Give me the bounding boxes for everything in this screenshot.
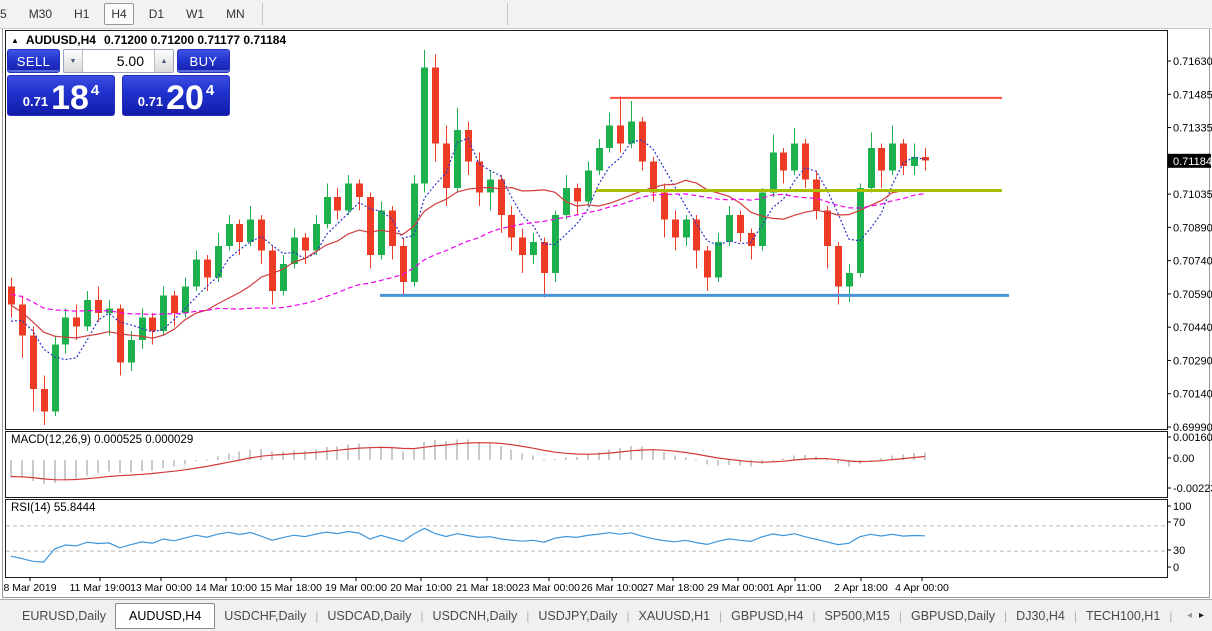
svg-text:0.70740: 0.70740	[1173, 256, 1212, 268]
chart-symbol-period: AUDUSD,H4	[25, 33, 96, 47]
rsi-label: RSI(14) 55.8444	[11, 502, 96, 514]
svg-text:0.00: 0.00	[1173, 453, 1194, 465]
svg-text:0.70590: 0.70590	[1173, 289, 1212, 301]
ask-prefix: 0.71	[137, 94, 164, 109]
svg-text:0.71335: 0.71335	[1173, 123, 1212, 135]
timeframe-button-H4[interactable]: H4	[104, 3, 134, 25]
toolbar-separator	[261, 3, 263, 25]
svg-text:4 Apr 00:00: 4 Apr 00:00	[895, 582, 949, 594]
tab-GBPUSD-H4[interactable]: GBPUSD,H4	[722, 604, 812, 628]
rsi-value: 55.8444	[53, 502, 96, 514]
svg-text:11 Mar 19:00: 11 Mar 19:00	[69, 582, 130, 594]
timeframe-button-M30[interactable]: M30	[22, 3, 59, 25]
svg-text:0.71184: 0.71184	[1173, 156, 1212, 168]
symbol-tabbar: EURUSD,Daily AUDUSD,H4 USDCHF,Daily | USDCAD…	[0, 599, 1212, 631]
svg-text:15 Mar 18:00: 15 Mar 18:00	[260, 582, 322, 594]
timeframe-toolbar: 5 M30 H1 H4 D1 W1 MN	[0, 0, 1212, 29]
mt4-window: { "toolbar": { "timeframes": [ {"label":…	[0, 0, 1212, 631]
volume-input[interactable]	[83, 50, 154, 72]
svg-text:100: 100	[1173, 501, 1191, 513]
volume-spinner: ▼ ▲	[63, 49, 174, 73]
tab-USDCHF-Daily[interactable]: USDCHF,Daily	[215, 604, 315, 628]
svg-text:0: 0	[1173, 562, 1179, 574]
tab-XAUUSD-H1[interactable]: XAUUSD,H1	[630, 604, 720, 628]
tab-GBPUSD-Daily[interactable]: GBPUSD,Daily	[902, 604, 1004, 628]
tab-USDJPY-Daily[interactable]: USDJPY,Daily	[529, 604, 626, 628]
chart-title: ▲ AUDUSD,H4 0.71200 0.71200 0.71177 0.7118…	[11, 33, 286, 47]
tab-USDCNH-Daily[interactable]: USDCNH,Daily	[424, 604, 527, 628]
tabs-scroll-left-icon[interactable]: ◂	[1187, 610, 1192, 621]
svg-text:13 Mar 00:00: 13 Mar 00:00	[130, 582, 192, 594]
svg-text:0.70440: 0.70440	[1173, 322, 1212, 334]
tab-USDCAD-Daily[interactable]: USDCAD,Daily	[318, 604, 420, 628]
svg-text:20 Mar 10:00: 20 Mar 10:00	[390, 582, 452, 594]
svg-text:0.71630: 0.71630	[1173, 56, 1212, 68]
svg-text:0.70290: 0.70290	[1173, 355, 1212, 367]
tab-navigation: ◂ ▸	[1181, 600, 1209, 631]
volume-decrease-button[interactable]: ▼	[64, 50, 83, 72]
svg-text:0.70890: 0.70890	[1173, 222, 1212, 234]
bid-prefix: 0.71	[22, 94, 49, 109]
timeframe-button-D1[interactable]: D1	[142, 3, 171, 25]
svg-text:0.71485: 0.71485	[1173, 89, 1212, 101]
date-axis: 8 Mar 2019 11 Mar 19:00 13 Mar 00:00 14 Mar…	[3, 577, 949, 594]
svg-text:14 Mar 10:00: 14 Mar 10:00	[195, 582, 257, 594]
toolbar-separator-2	[507, 3, 508, 25]
symbol-tabs: EURUSD,Daily AUDUSD,H4 USDCHF,Daily | USDCAD…	[13, 602, 1212, 629]
svg-text:0.71035: 0.71035	[1173, 189, 1212, 201]
svg-text:2 Apr 18:00: 2 Apr 18:00	[834, 582, 888, 594]
svg-text:8 Mar 2019: 8 Mar 2019	[3, 582, 56, 594]
volume-increase-button[interactable]: ▲	[154, 50, 173, 72]
svg-text:70: 70	[1173, 517, 1185, 529]
price-axis: 0.71630 0.71485 0.71335 0.71184 0.71035 0.708…	[1167, 56, 1212, 434]
macd-label: MACD(12,26,9) 0.000525 0.000029	[11, 434, 194, 446]
tab-AUDUSD-H4[interactable]: AUDUSD,H4	[115, 602, 216, 629]
bid-pipette: 4	[90, 82, 100, 99]
buy-button[interactable]: BUY	[177, 49, 230, 73]
ask-pipette: 4	[205, 82, 215, 99]
tab-DJ30-H4[interactable]: DJ30,H4	[1007, 604, 1074, 628]
one-click-trading-panel: SELL ▼ ▲ BUY 0.71 18 4 0.71 20 4	[7, 49, 230, 116]
bid-big-digits: 18	[51, 79, 89, 118]
bid-price-button[interactable]: 0.71 18 4	[7, 75, 115, 116]
timeframe-button-W1[interactable]: W1	[179, 3, 211, 25]
collapse-triangle-icon[interactable]: ▲	[11, 36, 19, 45]
svg-text:1 Apr 11:00: 1 Apr 11:00	[769, 582, 822, 594]
timeframe-button-5[interactable]: 5	[0, 3, 14, 25]
macd-values: 0.000525 0.000029	[94, 434, 194, 446]
timeframe-button-MN[interactable]: MN	[219, 3, 252, 25]
svg-text:-0.002235: -0.002235	[1173, 483, 1212, 495]
svg-text:27 Mar 18:00: 27 Mar 18:00	[642, 582, 704, 594]
svg-text:29 Mar 00:00: 29 Mar 00:00	[707, 582, 769, 594]
svg-text:30: 30	[1173, 545, 1185, 557]
tabs-scroll-right-icon[interactable]: ▸	[1199, 610, 1204, 621]
svg-text:21 Mar 18:00: 21 Mar 18:00	[456, 582, 518, 594]
svg-text:26 Mar 10:00: 26 Mar 10:00	[581, 582, 643, 594]
tab-TECH100-H1[interactable]: TECH100,H1	[1077, 604, 1169, 628]
ask-price-button[interactable]: 0.71 20 4	[122, 75, 230, 116]
timeframe-buttons: 5 M30 H1 H4 D1 W1 MN	[0, 3, 256, 25]
svg-text:23 Mar 00:00: 23 Mar 00:00	[518, 582, 580, 594]
sell-button[interactable]: SELL	[7, 49, 60, 73]
tab-SP500-M15[interactable]: SP500,M15	[816, 604, 899, 628]
indicator-scales: 0.001605 0.00 -0.002235 100 70 30 0	[1167, 432, 1212, 574]
svg-text:19 Mar 00:00: 19 Mar 00:00	[325, 582, 387, 594]
rsi-pane-frame	[5, 499, 1168, 578]
svg-text:0.70140: 0.70140	[1173, 389, 1212, 401]
svg-text:0.001605: 0.001605	[1173, 432, 1212, 444]
chart-ohlc-values: 0.71200 0.71200 0.71177 0.71184	[103, 33, 287, 47]
tab-EURUSD-Daily[interactable]: EURUSD,Daily	[13, 604, 115, 628]
ask-big-digits: 20	[166, 79, 204, 118]
timeframe-button-H1[interactable]: H1	[67, 3, 96, 25]
